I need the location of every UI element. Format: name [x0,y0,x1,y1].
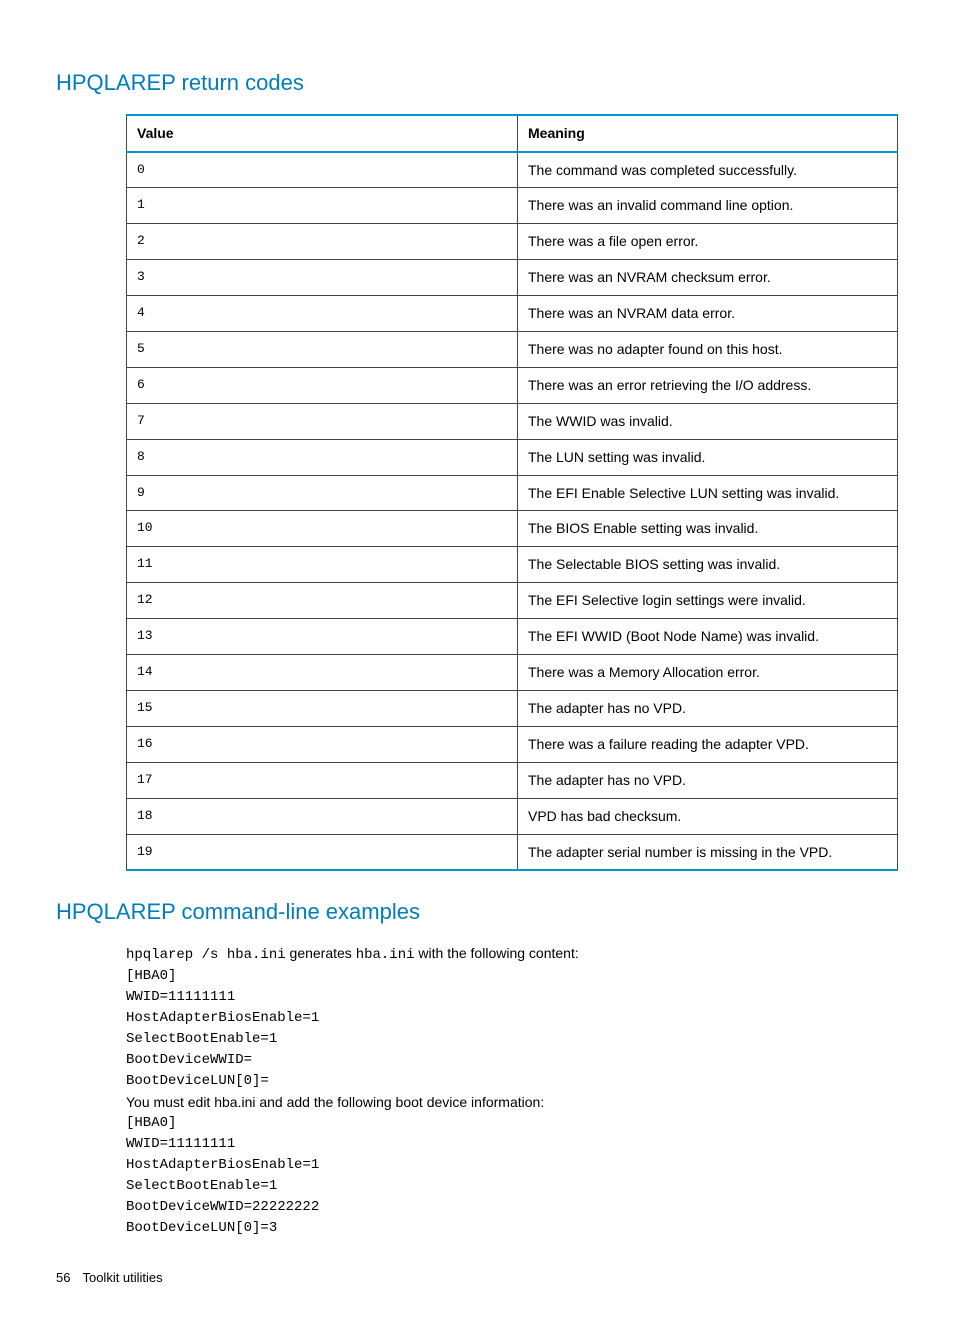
return-code-value: 19 [127,834,518,870]
return-code-meaning: VPD has bad checksum. [518,798,898,834]
table-row: 16There was a failure reading the adapte… [127,726,898,762]
table-row: 12The EFI Selective login settings were … [127,583,898,619]
table-row: 8The LUN setting was invalid. [127,439,898,475]
return-code-value: 1 [127,188,518,224]
table-row: 17The adapter has no VPD. [127,762,898,798]
code-line: BootDeviceLUN[0]= [126,1071,898,1092]
code-line: SelectBootEnable=1 [126,1176,898,1197]
return-code-meaning: There was an invalid command line option… [518,188,898,224]
example-block: hpqlarep /s hba.ini generates hba.ini wi… [126,943,898,1239]
table-row: 1There was an invalid command line optio… [127,188,898,224]
table-row: 14There was a Memory Allocation error. [127,655,898,691]
return-code-value: 4 [127,296,518,332]
return-code-value: 15 [127,690,518,726]
page-number: 56 [56,1269,70,1287]
return-code-value: 10 [127,511,518,547]
table-row: 19The adapter serial number is missing i… [127,834,898,870]
return-code-meaning: The adapter serial number is missing in … [518,834,898,870]
return-code-value: 14 [127,655,518,691]
table-row: 13The EFI WWID (Boot Node Name) was inva… [127,619,898,655]
table-row: 11The Selectable BIOS setting was invali… [127,547,898,583]
return-code-value: 13 [127,619,518,655]
return-code-meaning: There was an NVRAM data error. [518,296,898,332]
return-code-meaning: The EFI Selective login settings were in… [518,583,898,619]
return-code-value: 11 [127,547,518,583]
return-code-meaning: The LUN setting was invalid. [518,439,898,475]
table-row: 7The WWID was invalid. [127,403,898,439]
return-code-meaning: The EFI Enable Selective LUN setting was… [518,475,898,511]
table-row: 6There was an error retrieving the I/O a… [127,367,898,403]
return-code-value: 3 [127,260,518,296]
return-code-value: 5 [127,332,518,368]
return-code-value: 16 [127,726,518,762]
table-row: 2There was a file open error. [127,224,898,260]
table-row: 3There was an NVRAM checksum error. [127,260,898,296]
example-text: generates [286,945,356,961]
code-line: [HBA0] [126,1113,898,1134]
code-line: HostAdapterBiosEnable=1 [126,1008,898,1029]
return-code-value: 17 [127,762,518,798]
code-line: BootDeviceLUN[0]=3 [126,1218,898,1239]
return-code-meaning: The WWID was invalid. [518,403,898,439]
return-code-meaning: The command was completed successfully. [518,152,898,188]
example-filename: hba.ini [356,947,415,963]
return-code-value: 8 [127,439,518,475]
code-line: WWID=11111111 [126,1134,898,1155]
table-row: 18VPD has bad checksum. [127,798,898,834]
code-line: BootDeviceWWID= [126,1050,898,1071]
example-command: hpqlarep /s hba.ini [126,947,286,963]
return-code-meaning: There was no adapter found on this host. [518,332,898,368]
code-line: SelectBootEnable=1 [126,1029,898,1050]
example-text: with the following content: [415,945,579,961]
table-row: 5There was no adapter found on this host… [127,332,898,368]
return-code-meaning: The Selectable BIOS setting was invalid. [518,547,898,583]
return-code-meaning: The BIOS Enable setting was invalid. [518,511,898,547]
return-code-meaning: There was a file open error. [518,224,898,260]
return-code-meaning: The adapter has no VPD. [518,762,898,798]
page-footer: 56 Toolkit utilities [56,1269,898,1287]
example-instruction: You must edit hba.ini and add the follow… [126,1092,898,1113]
return-code-value: 2 [127,224,518,260]
return-code-meaning: The EFI WWID (Boot Node Name) was invali… [518,619,898,655]
table-row: 0The command was completed successfully. [127,152,898,188]
return-code-value: 0 [127,152,518,188]
return-code-value: 12 [127,583,518,619]
code-line: HostAdapterBiosEnable=1 [126,1155,898,1176]
section-heading-examples: HPQLAREP command-line examples [56,897,898,927]
return-code-value: 7 [127,403,518,439]
return-code-meaning: There was a Memory Allocation error. [518,655,898,691]
table-header-value: Value [127,115,518,152]
return-code-meaning: There was an NVRAM checksum error. [518,260,898,296]
code-line: WWID=11111111 [126,987,898,1008]
table-row: 10The BIOS Enable setting was invalid. [127,511,898,547]
return-code-value: 9 [127,475,518,511]
table-row: 4There was an NVRAM data error. [127,296,898,332]
footer-section-label: Toolkit utilities [82,1270,162,1285]
code-line: [HBA0] [126,966,898,987]
table-row: 15The adapter has no VPD. [127,690,898,726]
table-row: 9The EFI Enable Selective LUN setting wa… [127,475,898,511]
section-heading-return-codes: HPQLAREP return codes [56,68,898,98]
return-code-value: 6 [127,367,518,403]
return-code-meaning: There was an error retrieving the I/O ad… [518,367,898,403]
table-header-meaning: Meaning [518,115,898,152]
return-code-meaning: The adapter has no VPD. [518,690,898,726]
return-code-meaning: There was a failure reading the adapter … [518,726,898,762]
code-line: BootDeviceWWID=22222222 [126,1197,898,1218]
return-code-value: 18 [127,798,518,834]
return-codes-table: Value Meaning 0The command was completed… [126,114,898,872]
